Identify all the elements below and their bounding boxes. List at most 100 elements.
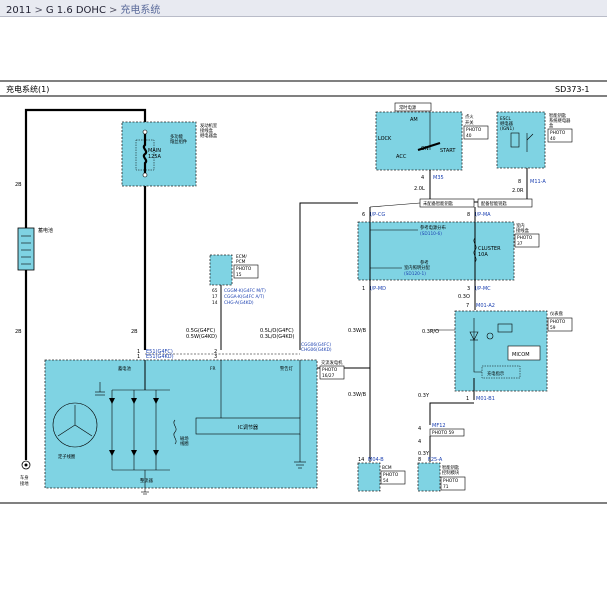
ecm-pin-2: 17	[212, 294, 218, 300]
ign-pos-lock: LOCK	[378, 136, 392, 142]
smart-key-box	[417, 462, 441, 492]
ref-power-dist-sd: (SD110-6)	[420, 231, 442, 237]
interior-box-label-2: 接线盒	[516, 227, 530, 234]
battery-label: 蓄电池	[38, 227, 53, 234]
alt-conn-g4kd: E51(G4KD)	[146, 354, 174, 360]
smart-relay-box-label-2: 系统继电器	[549, 117, 571, 124]
ic-regulator-label: IC调节器	[238, 424, 258, 431]
diagram-code: SD373-1	[555, 85, 589, 94]
interior-conn-bl: I/P-MD	[370, 286, 386, 292]
split-left-link	[369, 202, 421, 208]
ref-interior-light: 参考	[420, 259, 429, 266]
alternator-photo: PHOTO	[322, 367, 338, 373]
smart-key-photo-num: 71	[443, 484, 449, 490]
ecm-photo-num: 15	[236, 272, 242, 278]
interior-conn-br: I/P-MC	[475, 286, 491, 292]
main-fuse-rating: 125A	[148, 154, 162, 160]
interior-conn-tr: I/P-MA	[475, 212, 491, 218]
smart-key-pin: 8	[418, 457, 421, 463]
alternator-label: 交流发电机	[321, 359, 343, 366]
cluster-conn-bot: M01-B1	[476, 396, 495, 402]
interior-pin-tr: 8	[467, 212, 470, 218]
multi-fuse-label: 多功能	[170, 133, 184, 140]
ref-interior-light-sd: (SD120-1)	[404, 271, 426, 277]
interior-photo: PHOTO	[517, 235, 533, 241]
ground-label: 车身	[20, 474, 29, 481]
smart-relay-box-label-3: 盒	[549, 122, 554, 129]
charging-system-schematic: 充电系统(1) SD373-1 蓄电池 2B 2B 2B 车身 接地 发动机室 …	[0, 80, 607, 504]
battery-wire-size-bottom: 2B	[15, 329, 22, 335]
ign-pos-on: ON	[421, 146, 429, 152]
field-coil-label-2: 线圈	[180, 440, 189, 447]
ign-pos-start: START	[440, 148, 456, 154]
bcm-photo-num: 54	[383, 478, 389, 484]
alt-pin-2: 1	[137, 354, 140, 360]
ground-icon	[21, 460, 31, 470]
bcm-box	[357, 462, 381, 492]
ecm-pin-3: 14	[212, 300, 218, 306]
fuse-box-label: 发动机室	[200, 122, 218, 129]
ecm-conn-1: CGGM-K(G4FC M/T)	[224, 288, 266, 294]
lamp-wire-g4kd: 0.3L/O(G4KD)	[260, 334, 294, 340]
diagram-title: 充电系统(1)	[6, 84, 49, 94]
interior-pin-tl: 6	[362, 212, 365, 218]
alt-pin-4: 3	[214, 354, 217, 360]
ignition-header: 常时电源	[399, 104, 417, 111]
cluster-to-mf12-wire	[429, 402, 474, 425]
charge-indicator-label: 充电指示	[487, 370, 505, 377]
ignition-photo-num: 40	[466, 133, 472, 139]
split-label-right: 配备智能钥匙	[481, 200, 507, 207]
ignition-wire-size: 2.0L	[414, 186, 425, 192]
ecm-conn-3: CHG-A(G4KD)	[224, 300, 254, 306]
smart-key-photo: PHOTO	[443, 478, 459, 484]
battery-wire-size-top: 2B	[15, 182, 22, 188]
ignition-switch-label-2: 开关	[465, 119, 474, 126]
multi-fuse-label-2: 熔丝组件	[170, 138, 188, 145]
cluster-pin-top: 7	[466, 303, 469, 309]
escl-photo: PHOTO	[550, 130, 566, 136]
bcm-pin: 14	[358, 457, 364, 463]
alt-battery-terminal: 蓄电池	[118, 365, 132, 372]
alternator-photo-num: 16/27	[322, 373, 335, 379]
cluster-fuse-rating: 10A	[478, 252, 488, 258]
smart-relay-box-label: 智能钥匙	[549, 112, 567, 119]
interior-photo-num: 37	[517, 241, 523, 247]
interior-box-label: 室内	[516, 222, 525, 229]
mf12-photo: PHOTO 59	[432, 430, 454, 436]
interior-pin-bl: 1	[362, 286, 365, 292]
ecm-conn-2: CGGA-K(G4FC A/T)	[224, 294, 264, 300]
mf12-pin-b: 4	[418, 439, 421, 445]
ground-label-2: 接地	[20, 480, 29, 487]
cluster-out-size: 0.3Y	[418, 393, 430, 399]
escl-label-3: (IGN1)	[500, 126, 514, 132]
alt-lamp-terminal: 警告灯	[280, 365, 294, 372]
cluster-feed-size: 0.3O	[458, 294, 470, 300]
interior-conn-tl: I/P-CG	[370, 212, 385, 218]
ref-interior-light-2: 室内照明分配	[404, 264, 430, 271]
warning-wire-size-b: 0.3W/B	[348, 392, 367, 398]
smart-key-label: 智能钥匙	[442, 464, 460, 471]
cluster-photo: PHOTO	[550, 319, 566, 325]
chassis-ground-icon	[141, 491, 149, 495]
mf12-pin: 4	[418, 426, 421, 432]
alt-ext-conn-2: CHG06(G4KD)	[301, 347, 332, 353]
fuse-box-label-3: 继电器盒	[200, 132, 218, 139]
ignition-connector: M35	[433, 175, 444, 181]
field-coil-label: 磁场	[180, 435, 189, 442]
mf12-connector: MF12	[432, 423, 446, 429]
cluster-label: 仪表盘	[550, 310, 564, 317]
alt-fr-terminal: FR	[210, 366, 215, 372]
cluster-pin-bot: 1	[466, 396, 469, 402]
smart-key-label-2: 控制模块	[442, 469, 460, 476]
ecm-pin-1: 65	[212, 288, 218, 294]
escl-wire-size: 2.0R	[512, 188, 524, 194]
fuse-box-label-2: 接线盒	[200, 127, 214, 134]
interior-pin-br: 3	[467, 286, 470, 292]
ignition-switch-label: 点火	[465, 114, 474, 120]
smart-key-connector: F25-A	[428, 457, 443, 463]
ignition-pin: 4	[421, 175, 424, 181]
cluster-side-size: 0.3R/O	[422, 329, 439, 335]
bcm-label: BCM	[382, 465, 392, 471]
escl-photo-num: 40	[550, 136, 556, 142]
bcm-connector: M04-B	[368, 457, 384, 463]
